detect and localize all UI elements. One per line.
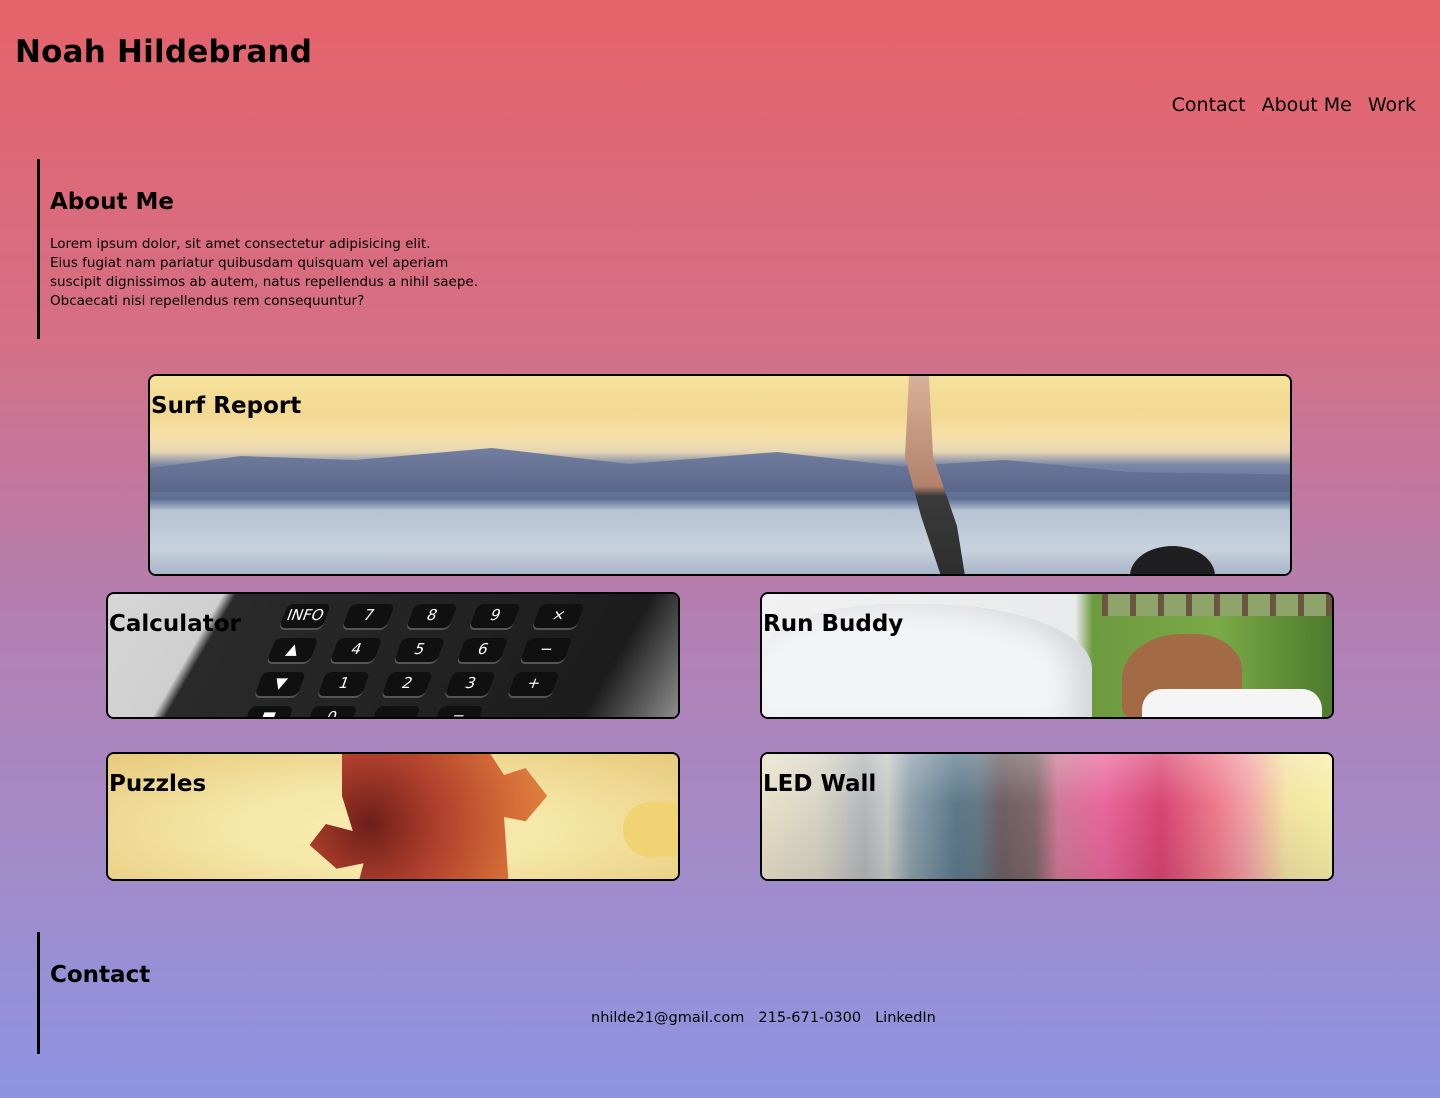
calculator-key: 7 xyxy=(342,604,395,628)
calculator-key: 1 xyxy=(317,672,370,696)
work-card-title: Run Buddy xyxy=(763,611,904,637)
calculator-key: ▼ xyxy=(254,672,307,696)
work-card-surf-report[interactable]: Surf Report xyxy=(148,374,1292,576)
calculator-key: ■ xyxy=(241,706,295,717)
contact-linkedin-link[interactable]: LinkedIn xyxy=(875,1010,936,1026)
work-card-led-wall[interactable]: LED Wall xyxy=(760,752,1334,881)
work-card-puzzles[interactable]: Puzzles xyxy=(106,752,680,881)
work-card-title: LED Wall xyxy=(763,771,877,797)
calculator-key: 0 xyxy=(305,706,358,717)
calculator-key: − xyxy=(520,638,573,662)
about-text: Lorem ipsum dolor, sit amet consectetur … xyxy=(50,235,480,311)
calculator-key: ▲ xyxy=(266,638,319,662)
calculator-key: 6 xyxy=(456,638,509,662)
work-card-title: Surf Report xyxy=(151,393,302,419)
about-heading: About Me xyxy=(50,189,174,215)
calculator-key: × xyxy=(532,604,585,628)
nav-contact[interactable]: Contact xyxy=(1172,94,1246,116)
contact-section: Contact xyxy=(37,932,1037,1054)
calculator-key: 2 xyxy=(381,672,434,696)
site-name: Noah Hildebrand xyxy=(15,34,313,70)
contact-email-link[interactable]: nhilde21@gmail.com xyxy=(591,1010,744,1026)
calculator-key: INFO xyxy=(279,604,332,628)
nav-about-me[interactable]: About Me xyxy=(1262,94,1352,116)
about-text-body: Eius fugiat nam pariatur quibusdam quisq… xyxy=(50,255,478,309)
calculator-key: 9 xyxy=(469,604,522,628)
work-card-calculator[interactable]: INFO 7 8 9 × ▲ 4 5 6− ▼ 1 2 3 + ■ 0. = Calculator xyxy=(106,592,680,719)
contact-heading: Contact xyxy=(50,962,151,988)
nav-work[interactable]: Work xyxy=(1368,94,1416,116)
work-card-title: Calculator xyxy=(109,611,241,637)
contact-links: nhilde21@gmail.com 215-671-0300 LinkedIn xyxy=(591,1010,936,1026)
calculator-key: . xyxy=(368,706,421,717)
calculator-key: = xyxy=(431,706,485,717)
contact-phone-link[interactable]: 215-671-0300 xyxy=(758,1010,861,1026)
surf-report-image xyxy=(150,376,1290,574)
calculator-key: 4 xyxy=(330,638,383,662)
work-card-title: Puzzles xyxy=(109,771,207,797)
work-card-run-buddy[interactable]: Run Buddy xyxy=(760,592,1334,719)
calculator-key: 5 xyxy=(393,638,446,662)
calculator-key: 8 xyxy=(405,604,458,628)
calculator-key: + xyxy=(507,672,560,696)
main-nav: Contact About Me Work xyxy=(1172,94,1416,116)
about-section: About Me Lorem ipsum dolor, sit amet con… xyxy=(37,159,497,339)
calculator-key: 3 xyxy=(444,672,497,696)
about-text-line1: Lorem ipsum dolor, sit amet consectetur … xyxy=(50,236,431,252)
